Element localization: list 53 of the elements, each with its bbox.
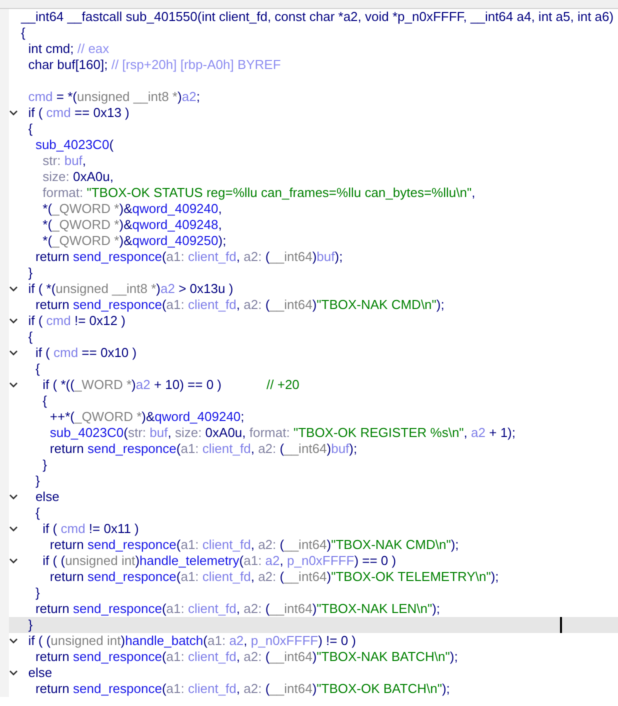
chevron-down-icon[interactable] [9,638,18,644]
code-line: return send_responce(a1: client_fd, a2: (__int64)"TBOX-NAK BATCH\n"); [34,649,458,665]
code-line: size: 0xA0u, [42,169,114,185]
chevron-down-icon[interactable] [9,318,18,324]
code-line: { [27,329,33,345]
code-line: char buf[160]; // [rsp+20h] [rbp-A0h] BYREF [27,57,281,73]
code-line: { [21,25,26,41]
code-line: } [34,585,40,601]
code-line: return send_responce(a1: client_fd, a2: (__int64)"TBOX-OK BATCH\n"); [34,681,450,697]
code-line: if ( (unsigned int)handle_batch(a1: a2, p_n0xFFFF) != 0 ) [27,633,356,649]
chevron-down-icon[interactable] [9,670,18,676]
code-line: { [34,505,40,521]
code-line: } [42,457,48,473]
code-line: *(_QWORD *)&qword_409240, [42,201,222,217]
code-line: *(_QWORD *)&qword_409248, [42,217,222,233]
code-line: if ( cmd == 0x13 ) [27,105,130,121]
code-line: return send_responce(a1: client_fd, a2: (__int64)"TBOX-NAK CMD\n"); [48,537,459,553]
chevron-down-icon[interactable] [9,350,18,356]
code-line: } [34,473,40,489]
code-line: str: buf, [42,153,86,169]
chevron-down-icon[interactable] [9,494,18,500]
chevron-down-icon[interactable] [9,558,18,564]
chevron-down-icon[interactable] [9,526,18,532]
code-line: return send_responce(a1: client_fd, a2: (__int64)"TBOX-OK TELEMETRY\n"); [48,569,499,585]
code-line: format: "TBOX-OK STATUS reg=%llu can_frames=%llu can_bytes=%llu\n", [42,185,476,201]
code-line: if ( (unsigned int)handle_telemetry(a1: a2, p_n0xFFFF) == 0 ) [42,553,396,569]
code-line: { [27,121,33,137]
code-line: if ( cmd == 0x10 ) [34,345,137,361]
code-line: if ( *(unsigned __int8 *)a2 > 0x13u ) [27,281,234,297]
code-line: __int64 __fastcall sub_401550(int client_fd, const char *a2, void *p_n0xFFFF, __int64 a4, int a5, int a6) [21,9,614,25]
code-line: { [34,361,40,377]
code-line: if ( cmd != 0x11 ) [42,521,139,537]
chevron-down-icon[interactable] [9,382,18,388]
code-line: return send_responce(a1: client_fd, a2: (__int64)buf); [48,441,358,457]
code-line: if ( cmd != 0x12 ) [27,313,126,329]
code-line: else [34,489,60,505]
code-line: cmd = *(unsigned __int8 *)a2; [27,89,200,105]
code-line: return send_responce(a1: client_fd, a2: (__int64)"TBOX-NAK CMD\n"); [34,297,444,313]
code-line: int cmd; // eax [27,41,110,57]
chevron-down-icon[interactable] [9,286,18,292]
code-line: sub_4023C0( [34,137,114,153]
code-line: } [27,265,33,281]
code-line: *(_QWORD *)&qword_409250); [42,233,226,249]
code-line: else [27,665,52,681]
code-line: ++*(_QWORD *)&qword_409240; [48,409,244,425]
code-line: sub_4023C0(str: buf, size: 0xA0u, format: "TBOX-OK REGISTER %s\n", a2 + 1); [48,425,516,441]
text-cursor-icon [560,617,562,633]
code-line: { [42,393,48,409]
code-line: } [27,617,33,633]
chevron-down-icon[interactable] [9,110,18,116]
code-line: return send_responce(a1: client_fd, a2: (__int64)"TBOX-NAK LEN\n"); [34,601,440,617]
code-line: if ( *((_WORD *)a2 + 10) == 0 ) // +20 [42,377,300,393]
code-line: return send_responce(a1: client_fd, a2: (__int64)buf); [34,249,343,265]
